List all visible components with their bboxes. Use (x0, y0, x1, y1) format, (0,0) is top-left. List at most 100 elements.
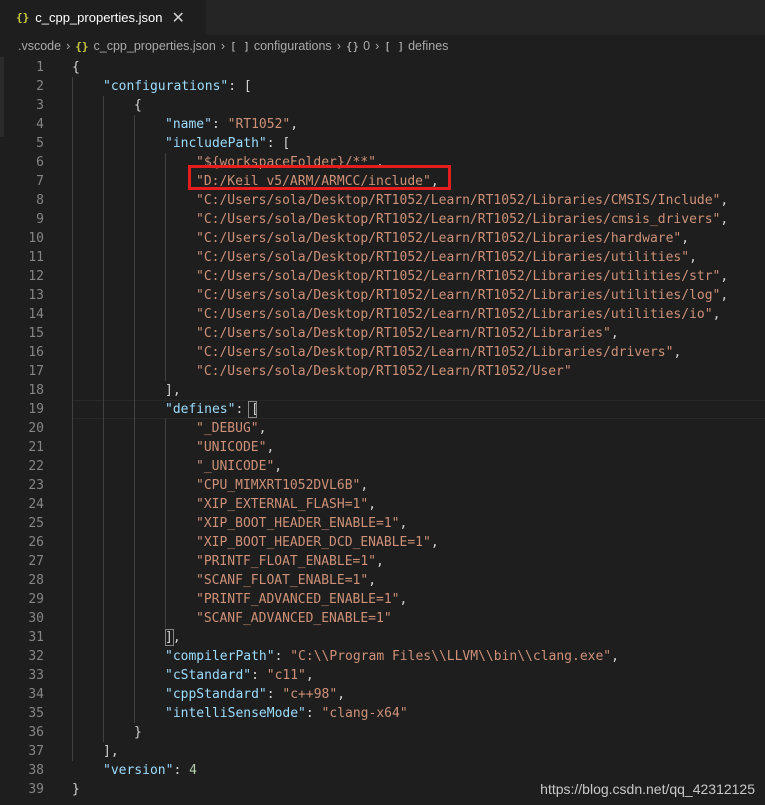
code-text: "name": "RT1052", (165, 117, 299, 132)
code-text: "XIP_BOOT_HEADER_DCD_ENABLE=1", (196, 535, 439, 550)
code-line[interactable]: 34 "cppStandard": "c++98", (0, 685, 765, 704)
line-number: 35 (28, 706, 44, 721)
line-number: 23 (28, 478, 44, 493)
line-number: 7 (36, 174, 44, 189)
code-line[interactable]: 26 "XIP_BOOT_HEADER_DCD_ENABLE=1", (0, 533, 765, 552)
code-text: "configurations": [ (103, 79, 252, 94)
line-number: 19 (28, 402, 44, 417)
line-number: 27 (28, 554, 44, 569)
bracket-match-box (165, 629, 174, 646)
object-icon: {} (345, 39, 360, 53)
line-number: 36 (28, 725, 44, 740)
code-text: } (72, 782, 80, 797)
code-line[interactable]: 4 "name": "RT1052", (0, 115, 765, 134)
code-line[interactable]: 16 "C:/Users/sola/Desktop/RT1052/Learn/RT… (0, 343, 765, 362)
line-number: 30 (28, 611, 44, 626)
code-line[interactable]: 21 "UNICODE", (0, 438, 765, 457)
line-number: 31 (28, 630, 44, 645)
tab-filename: c_cpp_properties.json (35, 10, 163, 25)
code-line[interactable]: 17 "C:/Users/sola/Desktop/RT1052/Learn/RT… (0, 362, 765, 381)
chevron-right-icon: › (375, 39, 380, 53)
code-line[interactable]: 11 "C:/Users/sola/Desktop/RT1052/Learn/RT… (0, 248, 765, 267)
breadcrumb-defines[interactable]: defines (408, 39, 448, 53)
watermark: https://blog.csdn.net/qq_42312125 (540, 781, 755, 797)
code-text: "C:/Users/sola/Desktop/RT1052/Learn/RT10… (196, 250, 697, 265)
line-number: 10 (28, 231, 44, 246)
tab-bar: {} c_cpp_properties.json ✕ (0, 0, 765, 35)
line-number: 26 (28, 535, 44, 550)
code-line[interactable]: 9 "C:/Users/sola/Desktop/RT1052/Learn/RT1… (0, 210, 765, 229)
line-number: 12 (28, 269, 44, 284)
code-text: "version": 4 (103, 763, 197, 778)
code-line[interactable]: 2 "configurations": [ (0, 77, 765, 96)
code-line[interactable]: 30 "SCANF_ADVANCED_ENABLE=1" (0, 609, 765, 628)
code-text: "UNICODE", (196, 440, 275, 455)
close-icon[interactable]: ✕ (171, 8, 184, 28)
code-line[interactable]: 35 "intelliSenseMode": "clang-x64" (0, 704, 765, 723)
code-text: "C:/Users/sola/Desktop/RT1052/Learn/RT10… (196, 307, 721, 322)
line-number: 38 (28, 763, 44, 778)
code-line[interactable]: 23 "CPU_MIMXRT1052DVL6B", (0, 476, 765, 495)
code-text: "compilerPath": "C:\\Program Files\\LLVM… (165, 649, 619, 664)
code-text: "SCANF_ADVANCED_ENABLE=1" (196, 611, 392, 626)
code-text: "SCANF_FLOAT_ENABLE=1", (196, 573, 377, 588)
code-line[interactable]: 19 "defines": [ (0, 400, 765, 419)
code-line[interactable]: 12 "C:/Users/sola/Desktop/RT1052/Learn/RT… (0, 267, 765, 286)
code-line[interactable]: 18], (0, 381, 765, 400)
code-line[interactable]: 14 "C:/Users/sola/Desktop/RT1052/Learn/RT… (0, 305, 765, 324)
code-line[interactable]: 15 "C:/Users/sola/Desktop/RT1052/Learn/RT… (0, 324, 765, 343)
code-line[interactable]: 33 "cStandard": "c11", (0, 666, 765, 685)
code-text: } (134, 725, 142, 740)
code-text: { (134, 98, 142, 113)
line-number: 13 (28, 288, 44, 303)
json-file-icon: {} (16, 11, 30, 24)
chevron-right-icon: › (220, 39, 225, 53)
code-text: "_DEBUG", (196, 421, 267, 436)
code-line[interactable]: 20 "_DEBUG", (0, 419, 765, 438)
code-line[interactable]: 29 "PRINTF_ADVANCED_ENABLE=1", (0, 590, 765, 609)
code-line[interactable]: 13 "C:/Users/sola/Desktop/RT1052/Learn/RT… (0, 286, 765, 305)
code-text: "C:/Users/sola/Desktop/RT1052/Learn/RT10… (196, 212, 729, 227)
line-number: 17 (28, 364, 44, 379)
line-number: 34 (28, 687, 44, 702)
code-line[interactable]: 3{ (0, 96, 765, 115)
code-line[interactable]: 38 "version": 4 (0, 761, 765, 780)
code-text: "C:/Users/sola/Desktop/RT1052/Learn/RT10… (196, 288, 729, 303)
code-text: "XIP_EXTERNAL_FLASH=1", (196, 497, 377, 512)
breadcrumb-index[interactable]: 0 (363, 39, 370, 53)
array-icon: [ ] (229, 39, 250, 53)
line-number: 37 (28, 744, 44, 759)
line-number: 28 (28, 573, 44, 588)
breadcrumb-configurations[interactable]: configurations (254, 39, 332, 53)
code-line[interactable]: 8 "C:/Users/sola/Desktop/RT1052/Learn/RT1… (0, 191, 765, 210)
code-line[interactable]: 31], (0, 628, 765, 647)
tab-c-cpp-properties[interactable]: {} c_cpp_properties.json ✕ (0, 0, 206, 35)
breadcrumb: .vscode › {} c_cpp_properties.json › [ ]… (0, 35, 765, 57)
line-number: 32 (28, 649, 44, 664)
code-line[interactable]: 24 "XIP_EXTERNAL_FLASH=1", (0, 495, 765, 514)
code-text: "PRINTF_FLOAT_ENABLE=1", (196, 554, 384, 569)
code-line[interactable]: 1{ (0, 58, 765, 77)
line-number: 39 (28, 782, 44, 797)
code-line[interactable]: 32 "compilerPath": "C:\\Program Files\\LL… (0, 647, 765, 666)
breadcrumb-folder[interactable]: .vscode (18, 39, 61, 53)
line-number: 8 (36, 193, 44, 208)
line-number: 15 (28, 326, 44, 341)
breadcrumb-file[interactable]: c_cpp_properties.json (94, 39, 216, 53)
line-number: 2 (36, 79, 44, 94)
code-line[interactable]: 37], (0, 742, 765, 761)
chevron-right-icon: › (336, 39, 341, 53)
line-number: 4 (36, 117, 44, 132)
line-number: 25 (28, 516, 44, 531)
array-icon: [ ] (384, 39, 405, 53)
code-line[interactable]: 10 "C:/Users/sola/Desktop/RT1052/Learn/RT… (0, 229, 765, 248)
code-text: "C:/Users/sola/Desktop/RT1052/Learn/RT10… (196, 231, 690, 246)
code-line[interactable]: 22 "_UNICODE", (0, 457, 765, 476)
code-line[interactable]: 27 "PRINTF_FLOAT_ENABLE=1", (0, 552, 765, 571)
code-line[interactable]: 5 "includePath": [ (0, 134, 765, 153)
line-number: 18 (28, 383, 44, 398)
code-text: "_UNICODE", (196, 459, 283, 474)
code-line[interactable]: 28 "SCANF_FLOAT_ENABLE=1", (0, 571, 765, 590)
code-line[interactable]: 25 "XIP_BOOT_HEADER_ENABLE=1", (0, 514, 765, 533)
code-line[interactable]: 36} (0, 723, 765, 742)
